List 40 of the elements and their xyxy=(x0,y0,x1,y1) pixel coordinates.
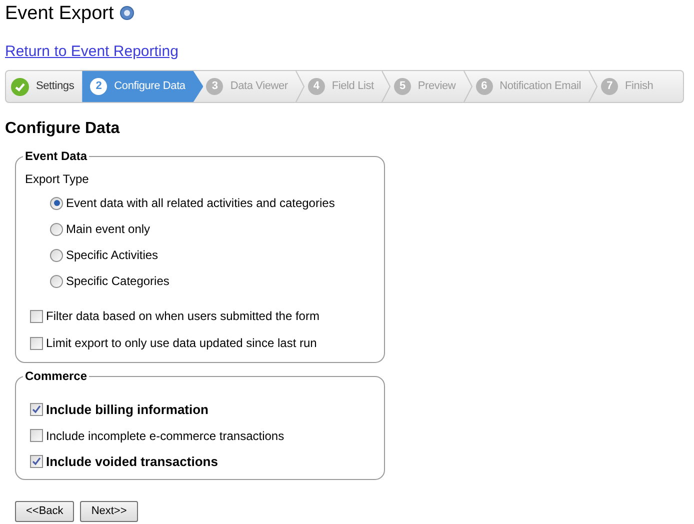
page-title: Event Export xyxy=(5,4,114,22)
step-number: 7 xyxy=(601,78,618,95)
group-legend: Commerce xyxy=(23,367,90,385)
checkbox[interactable] xyxy=(30,336,43,350)
radio-label: Main event only xyxy=(66,221,150,238)
step-number: 6 xyxy=(476,78,493,95)
radio-button[interactable] xyxy=(50,274,63,288)
nav-button[interactable]: <<Back xyxy=(15,501,74,522)
checkbox[interactable] xyxy=(30,310,43,322)
checkbox[interactable] xyxy=(30,454,43,468)
checkbox-label: Filter data based on when users submitted the form xyxy=(46,308,320,325)
wizard-step[interactable]: 6 Notification Email xyxy=(472,71,588,102)
step-number: 5 xyxy=(394,78,411,95)
step-number: 2 xyxy=(90,78,108,95)
checkbox-label: Include billing information xyxy=(46,401,208,419)
radio-button[interactable] xyxy=(50,222,63,236)
wizard-step[interactable]: 7 Finish xyxy=(598,71,660,102)
step-number: 3 xyxy=(206,78,224,95)
return-link[interactable]: Return to Event Reporting xyxy=(5,43,178,60)
wizard-step[interactable]: 3 Data Viewer xyxy=(203,71,295,102)
radio-button[interactable] xyxy=(50,196,63,210)
checkbox-label: Limit export to only use data updated since last run xyxy=(46,335,317,352)
checkbox-label: Include voided transactions xyxy=(46,452,218,470)
radio-label: Event data with all related activities and categories xyxy=(66,195,335,212)
wizard-step[interactable]: Settings xyxy=(6,71,82,102)
field-label: Export Type xyxy=(25,171,90,188)
checkbox-label: Include incomplete e-commerce transactions xyxy=(46,428,284,444)
nav-button[interactable]: Next>> xyxy=(80,501,138,522)
radio-label: Specific Categories xyxy=(66,273,170,290)
wizard-step[interactable]: 2 Configure Data xyxy=(82,71,204,102)
group-legend: Event Data xyxy=(23,147,90,165)
radio-label: Specific Activities xyxy=(66,247,158,264)
wizard-step[interactable]: 5 Preview xyxy=(390,71,463,102)
radio-button[interactable] xyxy=(50,248,63,262)
checkmark-icon xyxy=(11,78,29,96)
wizard-step[interactable]: 4 Field List xyxy=(304,71,381,102)
checkbox[interactable] xyxy=(30,403,43,416)
checkbox[interactable] xyxy=(30,429,43,442)
step-number: 4 xyxy=(308,78,325,95)
section-heading: Configure Data xyxy=(4,119,121,139)
